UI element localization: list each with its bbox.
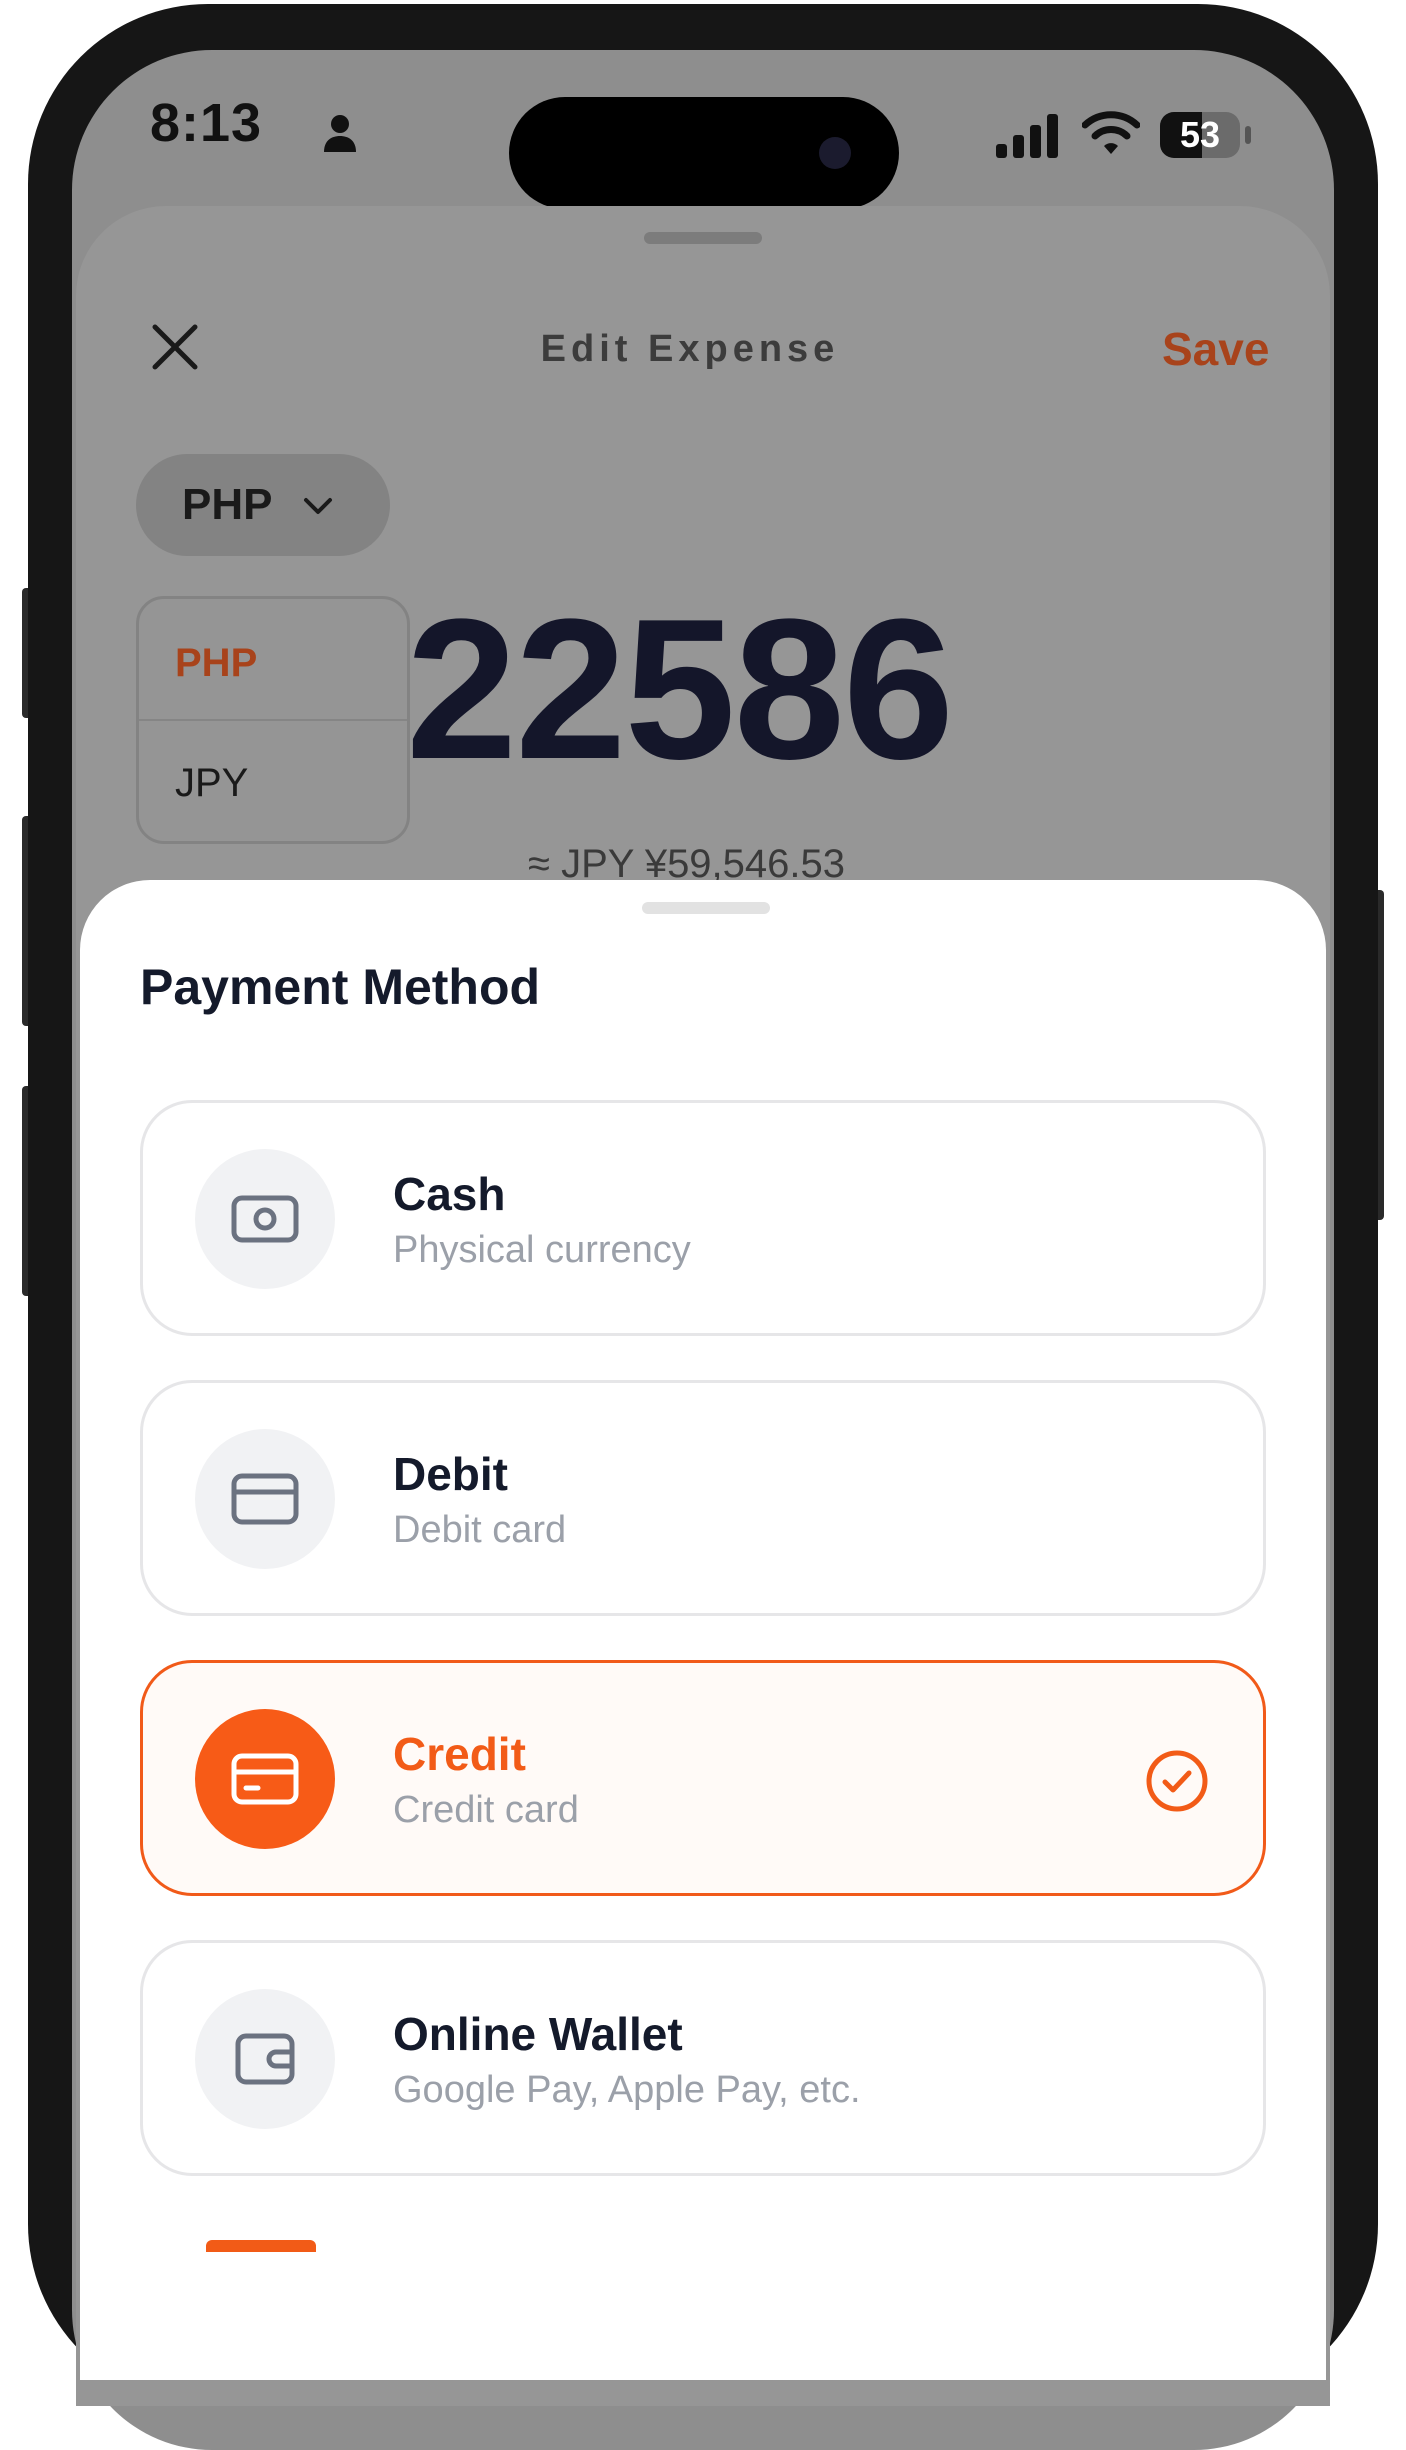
debit-card-icon — [231, 1473, 299, 1525]
payment-option-credit[interactable]: Credit Credit card — [140, 1660, 1266, 1896]
wallet-icon — [235, 2033, 295, 2085]
save-button[interactable]: Save — [1162, 322, 1269, 376]
currency-dropdown: PHP JPY — [136, 596, 410, 844]
currency-option-jpy[interactable]: JPY — [175, 761, 248, 806]
wallet-icon-badge — [195, 1989, 335, 2129]
payment-option-debit[interactable]: Debit Debit card — [140, 1380, 1266, 1616]
cash-icon-badge — [195, 1149, 335, 1289]
payment-option-cash[interactable]: Cash Physical currency — [140, 1100, 1266, 1336]
credit-card-icon — [231, 1753, 299, 1805]
option-label: Credit — [393, 1728, 526, 1780]
payment-option-online-wallet[interactable]: Online Wallet Google Pay, Apple Pay, etc… — [140, 1940, 1266, 2176]
amount-value[interactable]: 22586 — [406, 590, 954, 790]
camera-icon — [819, 137, 851, 169]
sheet-grabber[interactable] — [642, 902, 770, 914]
dynamic-island — [509, 97, 899, 209]
cash-icon — [231, 1195, 299, 1243]
sheet-title: Payment Method — [140, 959, 541, 1015]
battery-icon: 53 — [1160, 112, 1240, 158]
option-description: Credit card — [393, 1789, 579, 1831]
edit-expense-grabber[interactable] — [644, 232, 762, 244]
currency-option-php[interactable]: PHP — [175, 641, 257, 686]
option-label: Debit — [393, 1448, 508, 1500]
status-time: 8:13 — [150, 93, 263, 153]
battery-level: 53 — [1179, 114, 1221, 155]
next-item-peek — [206, 2240, 316, 2252]
option-label: Cash — [393, 1168, 506, 1220]
page-title: Edit Expense — [540, 328, 840, 370]
wifi-icon — [1082, 111, 1140, 154]
payment-method-sheet: Payment Method Cash Physical currency De… — [80, 880, 1326, 2380]
chevron-down-icon — [304, 498, 332, 514]
option-description: Debit card — [393, 1509, 567, 1551]
cellular-signal-icon — [996, 114, 1058, 158]
check-circle-icon — [1146, 1750, 1208, 1812]
option-description: Physical currency — [393, 1229, 691, 1271]
option-label: Online Wallet — [393, 2008, 683, 2060]
close-icon[interactable] — [150, 322, 200, 372]
credit-card-icon-badge — [195, 1709, 335, 1849]
person-icon — [324, 115, 356, 152]
debit-card-icon-badge — [195, 1429, 335, 1569]
currency-selector-label: PHP — [182, 480, 273, 529]
option-description: Google Pay, Apple Pay, etc. — [393, 2069, 861, 2111]
currency-selector[interactable]: PHP — [136, 454, 390, 556]
divider — [139, 719, 407, 721]
battery-tip — [1245, 126, 1251, 144]
